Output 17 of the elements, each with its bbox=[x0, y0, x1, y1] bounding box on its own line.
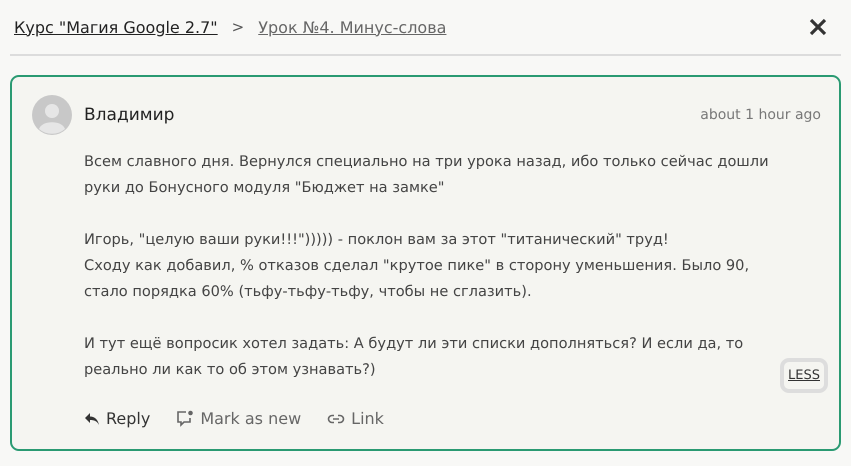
comment-paragraph: Всем славного дня. Вернулся специально на три урока назад, ибо только сейчас дошли руки до Бонусного модуля "Бюджет на замке" bbox=[84, 152, 769, 198]
breadcrumb-separator: > bbox=[232, 18, 244, 36]
reply-icon bbox=[84, 412, 100, 426]
breadcrumb-link[interactable]: Урок №4. Минус-слова bbox=[258, 18, 446, 36]
reply-button[interactable]: Reply bbox=[84, 409, 150, 428]
avatar-icon bbox=[32, 95, 72, 135]
link-button[interactable]: Link bbox=[327, 409, 384, 428]
comment-icon bbox=[176, 410, 194, 427]
close-button[interactable] bbox=[809, 18, 827, 36]
breadcrumb-link[interactable]: Курс "Магия Google 2.7" bbox=[14, 18, 218, 36]
author-name: Владимир bbox=[84, 105, 174, 125]
comment-paragraph: И тут ещё вопросик хотел задать: А будут ли эти списки дополняться? И если да, то реально ли как то об этом узнавать?) bbox=[84, 334, 744, 380]
link-icon bbox=[327, 414, 346, 424]
less-button[interactable]: LESS bbox=[780, 358, 828, 393]
comment-paragraph: Игорь, "целую ваши руки!!!"))))) - поклон вам за этот "титанический" труд! Сходу как добавил, % отказов сделал "крутое пике" в сторону уменьшения. Было 90, стало порядка 60% (тьфу-тьфу-тьфу, чтобы не сглазить). bbox=[84, 230, 750, 302]
mark-as-new-button[interactable]: Mark as new bbox=[176, 409, 302, 428]
timestamp: about 1 hour ago bbox=[700, 107, 821, 123]
